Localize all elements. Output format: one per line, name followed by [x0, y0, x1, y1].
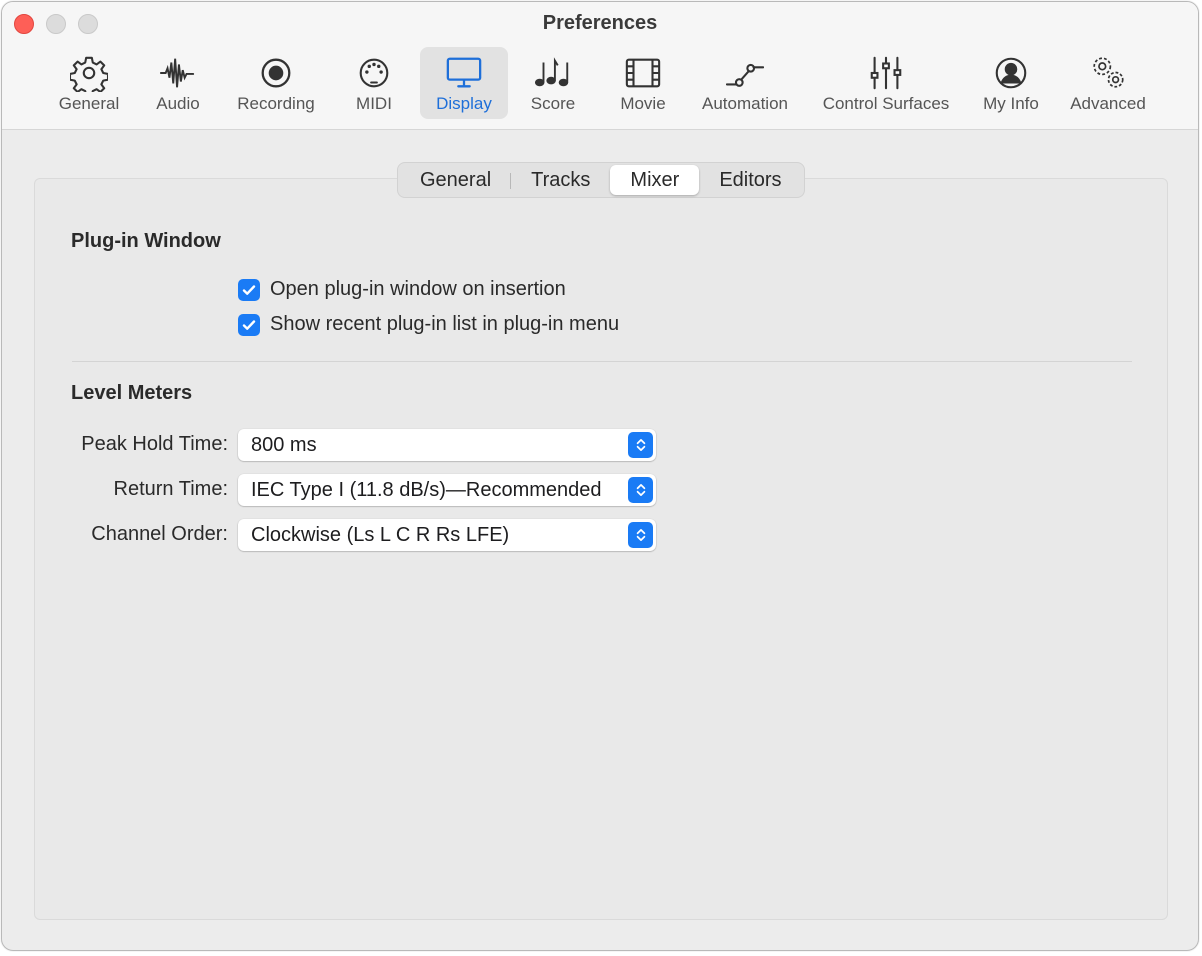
tab-tracks[interactable]: Tracks [511, 165, 610, 195]
plugin-window-heading: Plug-in Window [71, 230, 221, 252]
show-recent-list-label: Show recent plug-in list in plug-in menu [270, 313, 620, 335]
toolbar-label: Automation [702, 94, 788, 113]
preferences-toolbar: General Audio Recording MIDI Display Sco… [2, 47, 1198, 121]
peak-hold-label: Peak Hold Time: [81, 433, 228, 455]
tab-mixer[interactable]: Mixer [610, 165, 700, 195]
checkmark-icon [242, 319, 256, 330]
toolbar-item-my-info[interactable]: My Info [974, 47, 1048, 119]
preferences-window: Preferences General Audio Recording MIDI… [1, 1, 1199, 951]
gears-icon [1088, 53, 1128, 93]
person-icon [991, 53, 1031, 93]
section-divider [72, 361, 1132, 362]
sliders-icon [866, 53, 906, 93]
toolbar-label: Score [530, 94, 576, 113]
waveform-icon [158, 53, 198, 93]
toolbar-item-midi[interactable]: MIDI [340, 47, 408, 119]
toolbar-item-general[interactable]: General [46, 47, 132, 119]
title-bar: Preferences General Audio Recording MIDI… [2, 2, 1198, 130]
return-time-value: IEC Type I (11.8 dB/s)—Recommended [251, 478, 602, 501]
music-notes-icon [533, 53, 573, 93]
toolbar-item-score[interactable]: Score [520, 47, 586, 119]
automation-icon [725, 53, 765, 93]
channel-order-value: Clockwise (Ls L C R Rs LFE) [251, 523, 510, 546]
level-meters-heading: Level Meters [71, 382, 193, 404]
channel-order-popup[interactable]: Clockwise (Ls L C R Rs LFE) [238, 519, 656, 551]
chevron-up-down-icon [628, 522, 653, 548]
tab-editors[interactable]: Editors [699, 165, 801, 195]
display-icon [444, 53, 484, 93]
toolbar-item-display[interactable]: Display [420, 47, 508, 119]
tab-bar: General Tracks Mixer Editors [397, 162, 805, 198]
toolbar-label: Movie [620, 94, 666, 113]
toolbar-item-advanced[interactable]: Advanced [1060, 47, 1156, 119]
film-icon [623, 53, 663, 93]
toolbar-item-automation[interactable]: Automation [692, 47, 798, 119]
record-icon [256, 53, 296, 93]
show-recent-list-checkbox[interactable] [238, 313, 260, 336]
channel-order-label: Channel Order: [91, 523, 228, 545]
tab-general[interactable]: General [400, 165, 512, 195]
checkmark-icon [242, 284, 256, 295]
chevron-up-down-icon [628, 432, 653, 458]
toolbar-item-movie[interactable]: Movie [608, 47, 678, 119]
gear-icon [69, 53, 109, 93]
open-on-insertion-checkbox[interactable] [238, 278, 260, 301]
toolbar-item-recording[interactable]: Recording [224, 47, 328, 119]
open-on-insertion-label: Open plug-in window on insertion [270, 278, 566, 300]
toolbar-label: General [58, 94, 120, 113]
chevron-up-down-icon [628, 477, 653, 503]
toolbar-label: Audio [156, 94, 200, 113]
toolbar-label: MIDI [356, 94, 392, 113]
return-time-label: Return Time: [113, 478, 228, 500]
toolbar-item-control-surfaces[interactable]: Control Surfaces [810, 47, 962, 119]
peak-hold-popup[interactable]: 800 ms [238, 429, 656, 461]
peak-hold-value: 800 ms [251, 433, 317, 456]
open-on-insertion-row[interactable]: Open plug-in window on insertion [238, 278, 566, 301]
midi-icon [354, 53, 394, 93]
window-title: Preferences [542, 12, 658, 34]
toolbar-label: My Info [983, 94, 1039, 113]
return-time-popup[interactable]: IEC Type I (11.8 dB/s)—Recommended [238, 474, 656, 506]
toolbar-label: Control Surfaces [822, 94, 950, 113]
toolbar-item-audio[interactable]: Audio [144, 47, 212, 119]
toolbar-label: Advanced [1070, 94, 1146, 113]
toolbar-label: Recording [237, 94, 315, 113]
show-recent-list-row[interactable]: Show recent plug-in list in plug-in menu [238, 313, 619, 336]
toolbar-label: Display [436, 94, 492, 113]
